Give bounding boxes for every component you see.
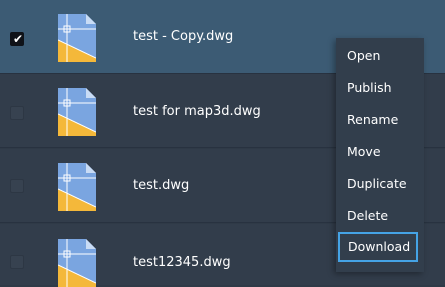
file-name[interactable]: test - Copy.dwg: [133, 29, 233, 44]
dwg-file-icon: [58, 88, 96, 136]
menu-item-publish[interactable]: Publish: [336, 73, 424, 103]
context-menu: Open Publish Rename Move Duplicate Delet…: [336, 38, 424, 272]
menu-item-download[interactable]: Download: [338, 232, 418, 262]
row-checkbox[interactable]: ✔: [10, 32, 24, 46]
menu-item-delete[interactable]: Delete: [336, 201, 424, 231]
dwg-file-icon: [58, 163, 96, 211]
dwg-file-icon: [58, 239, 96, 287]
menu-item-duplicate[interactable]: Duplicate: [336, 169, 424, 199]
dwg-file-icon: [58, 14, 96, 62]
file-name[interactable]: test12345.dwg: [133, 255, 231, 270]
check-icon: ✔: [12, 32, 24, 46]
row-checkbox[interactable]: [10, 179, 24, 193]
menu-item-open[interactable]: Open: [336, 41, 424, 71]
row-checkbox[interactable]: [10, 255, 24, 269]
file-name[interactable]: test.dwg: [133, 178, 189, 193]
menu-item-rename[interactable]: Rename: [336, 105, 424, 135]
menu-item-move[interactable]: Move: [336, 137, 424, 167]
row-checkbox[interactable]: [10, 106, 24, 120]
file-name[interactable]: test for map3d.dwg: [133, 104, 261, 119]
